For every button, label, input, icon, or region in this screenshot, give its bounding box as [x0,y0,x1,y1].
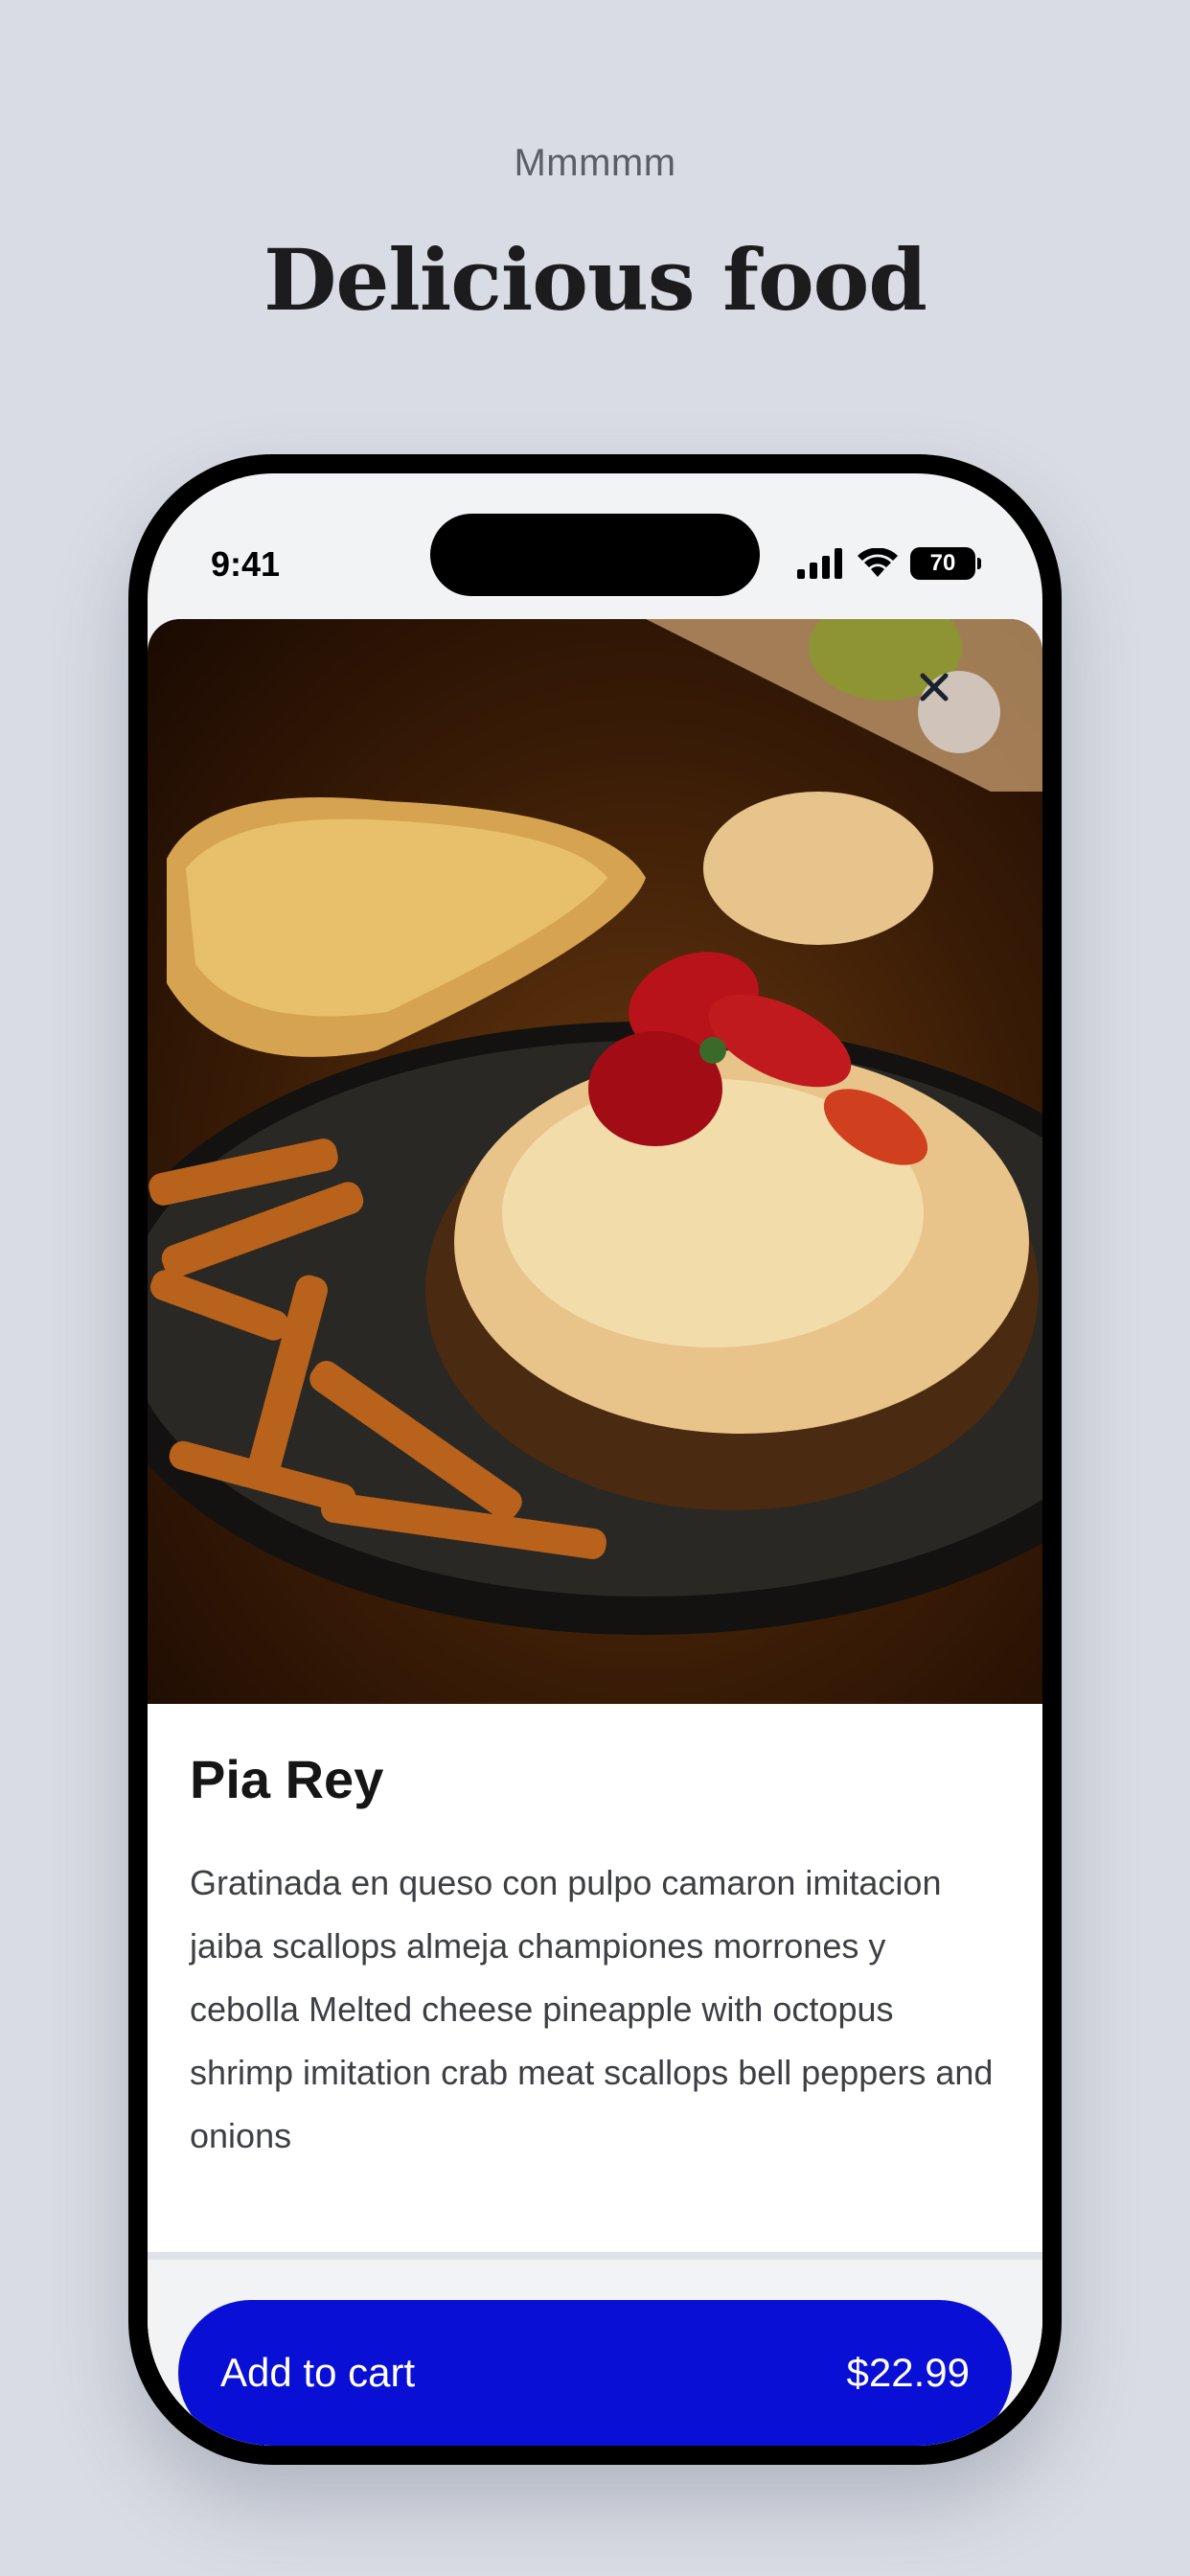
eyebrow-text: Mmmmm [514,142,676,184]
status-time: 9:41 [211,544,281,584]
battery-level: 70 [929,550,956,576]
product-name: Pia Rey [190,1749,384,1809]
close-icon [920,673,949,702]
cellular-signal-icon [797,548,842,579]
price-label: $22.99 [846,2350,970,2395]
cart-footer: Add to cart $22.99 [148,2260,1042,2446]
page-title: Delicious food [263,230,927,330]
product-sheet: Pia Rey Gratinada en queso con pulpo cam… [148,619,1042,2446]
product-description: Gratinada en queso con pulpo camaron imi… [190,1863,994,2155]
phone-screen: 9:41 70 Pia Rey Gratinada en queso con p… [148,473,1042,2446]
divider [148,2252,1042,2260]
wifi-icon [858,548,898,577]
food-illustration [148,619,1042,1635]
phone-frame: 9:41 70 Pia Rey Gratinada en queso con p… [128,454,1062,2465]
food-photo [148,619,1042,1704]
dynamic-island [430,514,760,596]
battery-icon: 70 [910,547,981,580]
add-to-cart-button[interactable]: Add to cart $22.99 [178,2300,1012,2446]
add-to-cart-label: Add to cart [220,2350,416,2395]
close-button[interactable] [918,671,1000,753]
status-icons: 70 [797,546,981,581]
